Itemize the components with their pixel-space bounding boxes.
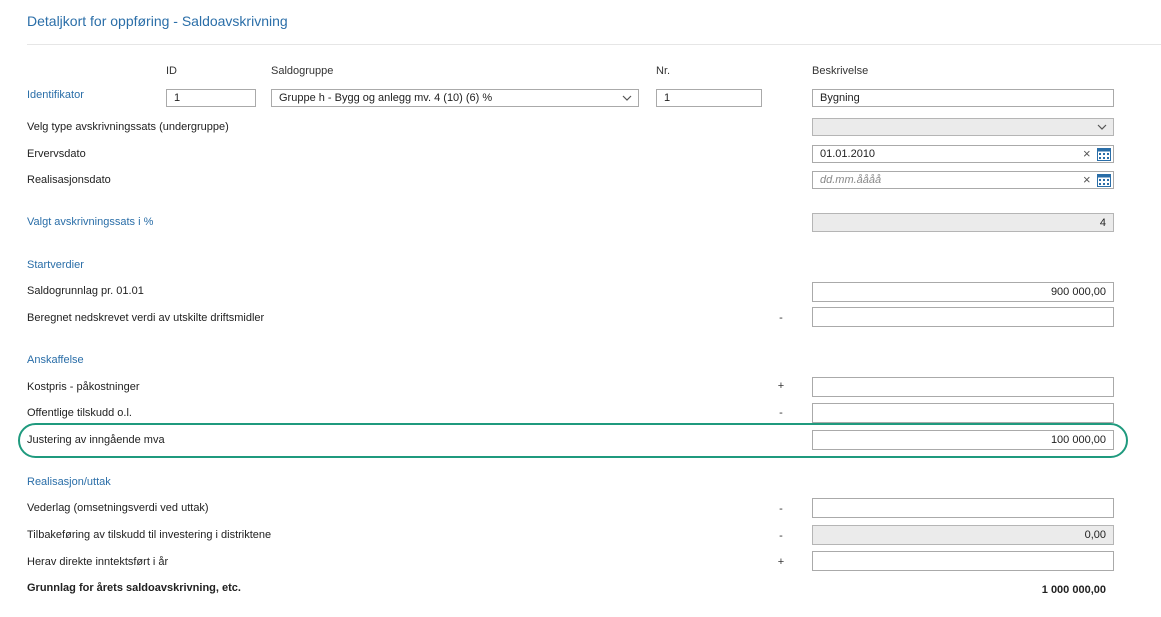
realisasjonsdato-label: Realisasjonsdato xyxy=(27,174,111,186)
saldogruppe-select[interactable]: Gruppe h - Bygg og anlegg mv. 4 (10) (6)… xyxy=(271,89,639,107)
kostpris-label: Kostpris - påkostninger xyxy=(27,381,140,393)
vederlag-input[interactable] xyxy=(812,498,1114,518)
herav-input[interactable] xyxy=(812,551,1114,571)
ervervsdato-input[interactable]: 01.01.2010 × xyxy=(812,145,1114,163)
column-header-id: ID xyxy=(166,65,177,77)
saldogrunnlag-input[interactable]: 900 000,00 xyxy=(812,282,1114,302)
herav-sign: + xyxy=(777,556,785,568)
nedskrevet-sign: - xyxy=(779,312,783,324)
undergruppe-select[interactable] xyxy=(812,118,1114,136)
title-divider xyxy=(27,44,1161,45)
calendar-icon[interactable] xyxy=(1097,147,1111,161)
tilskudd-input[interactable] xyxy=(812,403,1114,423)
realisasjonsdato-placeholder: dd.mm.åååå xyxy=(820,174,882,186)
saldogrunnlag-label: Saldogrunnlag pr. 01.01 xyxy=(27,285,144,297)
vederlag-sign: - xyxy=(779,503,783,515)
highlight-outline xyxy=(18,423,1128,458)
close-icon[interactable]: × xyxy=(1083,173,1093,186)
herav-label: Herav direkte inntektsført i år xyxy=(27,556,169,568)
column-header-nr: Nr. xyxy=(656,65,671,77)
tilbakeforing-sign: - xyxy=(779,530,783,542)
close-icon[interactable]: × xyxy=(1083,147,1093,160)
chevron-down-icon xyxy=(622,95,632,101)
kostpris-input[interactable] xyxy=(812,377,1114,397)
identifikator-label: Identifikator xyxy=(27,89,84,101)
valgt-sats-field: 4 xyxy=(812,213,1114,232)
beskrivelse-input[interactable]: Bygning xyxy=(812,89,1114,107)
vederlag-label: Vederlag (omsetningsverdi ved uttak) xyxy=(27,502,209,514)
column-header-beskrivelse: Beskrivelse xyxy=(812,65,869,77)
grunnlag-label: Grunnlag for årets saldoavskrivning, etc… xyxy=(27,582,241,594)
valgt-sats-label: Valgt avskrivningssats i % xyxy=(27,216,154,228)
nr-input[interactable]: 1 xyxy=(656,89,762,107)
column-header-saldogruppe: Saldogruppe xyxy=(271,65,334,77)
tilskudd-sign: - xyxy=(779,407,783,419)
grunnlag-value: 1 000 000,00 xyxy=(1041,584,1106,596)
realisasjonsdato-input[interactable]: dd.mm.åååå × xyxy=(812,171,1114,189)
id-input[interactable]: 1 xyxy=(166,89,256,107)
kostpris-sign: + xyxy=(777,380,785,392)
saldogruppe-value: Gruppe h - Bygg og anlegg mv. 4 (10) (6)… xyxy=(279,92,493,104)
chevron-down-icon xyxy=(1097,124,1107,130)
anskaffelse-heading: Anskaffelse xyxy=(27,354,84,366)
nedskrevet-label: Beregnet nedskrevet verdi av utskilte dr… xyxy=(27,312,265,324)
page-title: Detaljkort for oppføring - Saldoavskrivn… xyxy=(27,13,288,29)
tilbakeforing-field: 0,00 xyxy=(812,525,1114,545)
undergruppe-label: Velg type avskrivningssats (undergruppe) xyxy=(27,121,229,133)
ervervsdato-value: 01.01.2010 xyxy=(820,148,876,160)
ervervsdato-label: Ervervsdato xyxy=(27,148,86,160)
realisasjon-heading: Realisasjon/uttak xyxy=(27,476,111,488)
calendar-icon[interactable] xyxy=(1097,173,1111,187)
startverdier-heading: Startverdier xyxy=(27,259,84,271)
tilbakeforing-label: Tilbakeføring av tilskudd til investerin… xyxy=(27,529,272,541)
tilskudd-label: Offentlige tilskudd o.l. xyxy=(27,407,132,419)
nedskrevet-input[interactable] xyxy=(812,307,1114,327)
